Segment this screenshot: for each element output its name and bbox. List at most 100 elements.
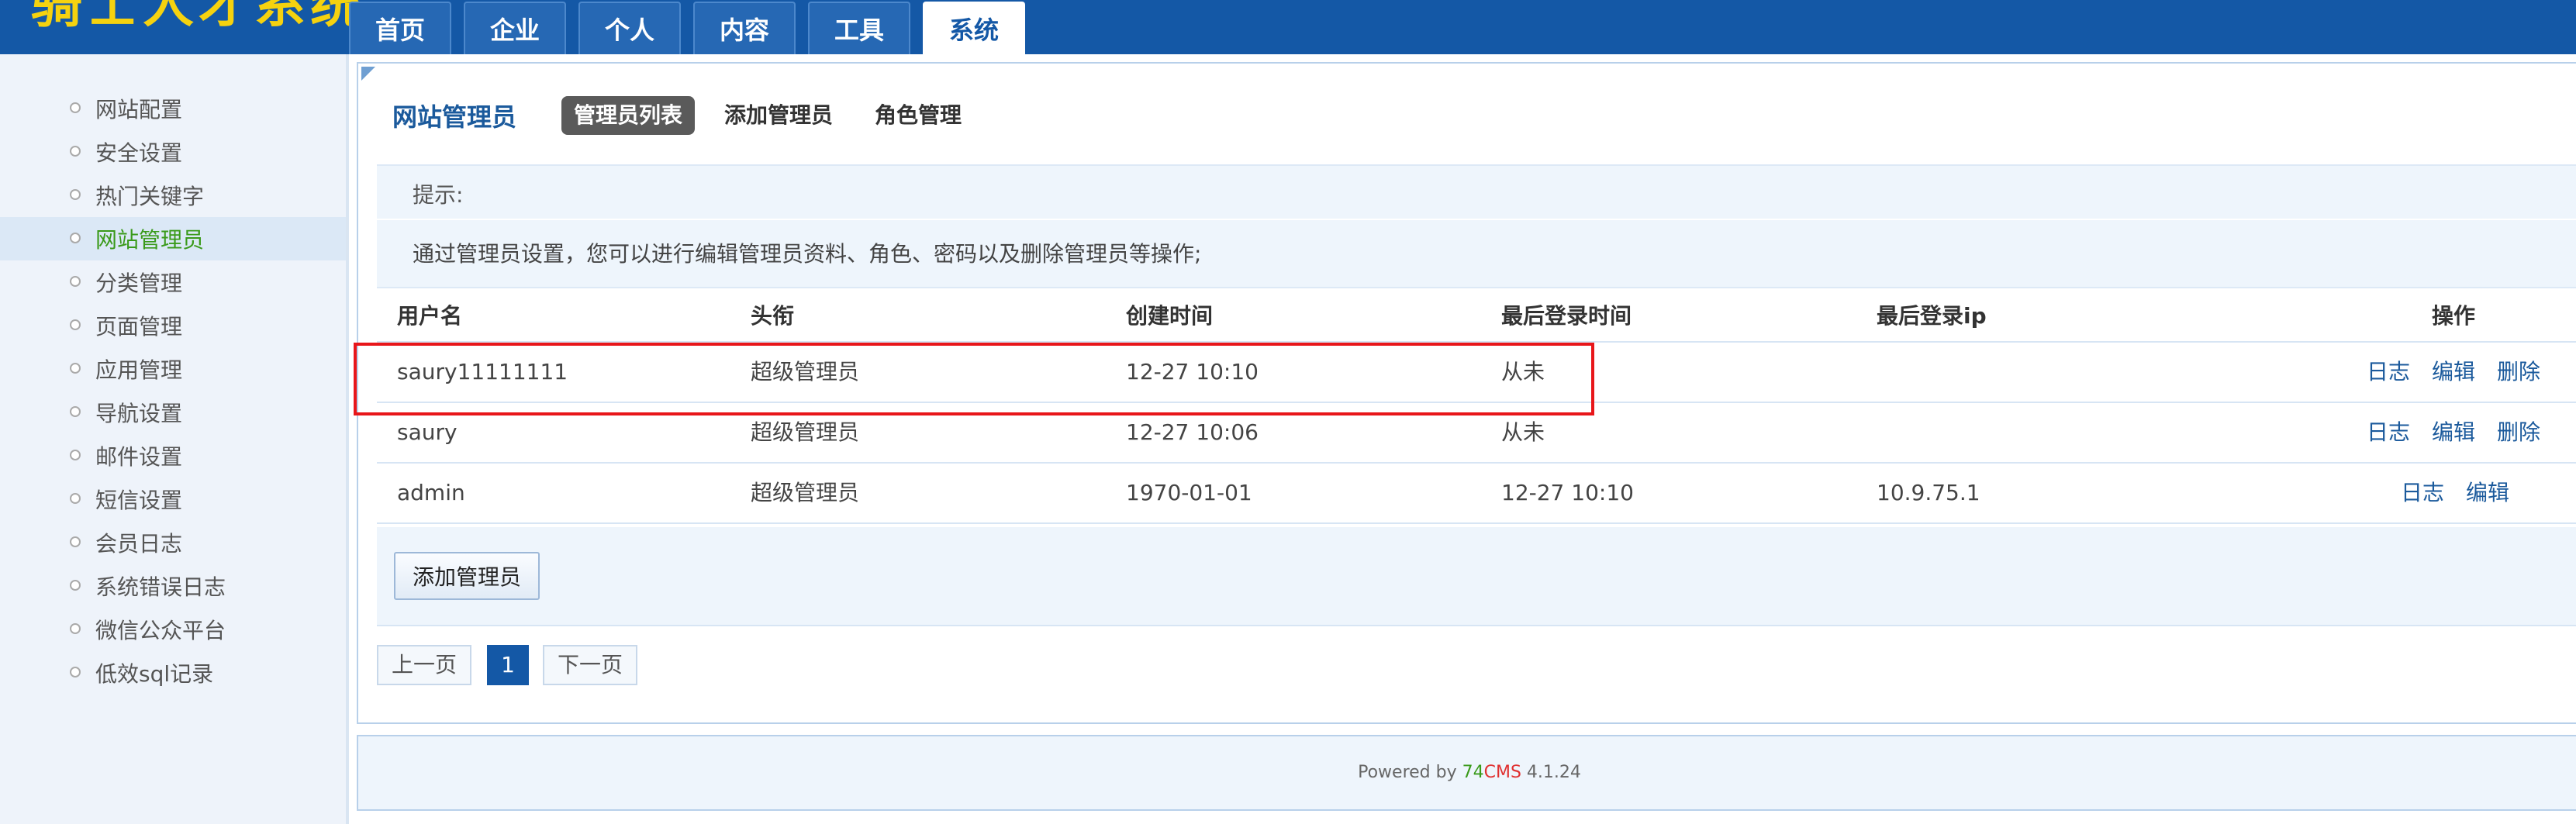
prev-page-button[interactable]: 上一页 [377,645,471,685]
column-header-last-login: 最后登录时间 [1501,303,1632,329]
bullet-icon [70,319,81,330]
tip-box: 提示: 通过管理员设置，您可以进行编辑管理员资料、角色、密码以及删除管理员等操作… [377,164,2576,288]
cell-title: 超级管理员 [751,359,860,384]
bullet-icon [70,536,81,547]
sidebar-menu: 网站配置 安全设置 热门关键字 网站管理员 分类管理 页面管理 应用管理 导航设… [0,87,346,695]
nav-tab-system[interactable]: 系统 [923,2,1025,54]
version-text: 4.1.24 [1521,763,1581,782]
sidebar-item-label: 短信设置 [95,488,183,513]
edit-link[interactable]: 编辑 [2432,343,2475,402]
page-1-button[interactable]: 1 [487,645,529,685]
sidebar-item-label: 会员日志 [95,531,183,557]
log-link[interactable]: 日志 [2367,403,2410,462]
bullet-icon [70,276,81,287]
log-link[interactable]: 日志 [2401,464,2444,522]
sidebar-item-hot-keywords[interactable]: 热门关键字 [0,174,346,217]
bullet-icon [70,363,81,374]
cell-last-ip: 10.9.75.1 [1877,480,1980,505]
bullet-icon [70,102,81,113]
bullet-icon [70,406,81,417]
cell-title: 超级管理员 [751,419,860,445]
brand-name: CMS [1483,763,1521,782]
sidebar-item-label: 低效sql记录 [95,661,214,687]
corner-triangle-icon [361,67,375,81]
bullet-icon [70,146,81,157]
bullet-icon [70,189,81,200]
table-row: saury 超级管理员 12-27 10:06 从未 日志 编辑 删除 [377,403,2576,464]
sidebar-item-site-admins[interactable]: 网站管理员 [0,217,346,260]
log-link[interactable]: 日志 [2367,343,2410,402]
sidebar-item-navigation[interactable]: 导航设置 [0,391,346,434]
sidebar-item-member-log[interactable]: 会员日志 [0,521,346,564]
sidebar-item-pages[interactable]: 页面管理 [0,304,346,347]
sidebar: 网站配置 安全设置 热门关键字 网站管理员 分类管理 页面管理 应用管理 导航设… [0,54,349,824]
sidebar-item-email[interactable]: 邮件设置 [0,434,346,478]
bullet-icon [70,667,81,677]
bullet-icon [70,580,81,591]
sidebar-item-label: 页面管理 [95,314,183,340]
bullet-icon [70,450,81,460]
admin-table: 用户名 头衔 创建时间 最后登录时间 最后登录ip 操作 saury111111… [377,290,2576,524]
cell-last-login: 从未 [1501,359,1545,384]
sidebar-item-apps[interactable]: 应用管理 [0,347,346,391]
column-header-username: 用户名 [397,303,463,329]
next-page-button[interactable]: 下一页 [543,645,637,685]
sidebar-item-label: 应用管理 [95,357,183,383]
nav-tab-content[interactable]: 内容 [693,2,796,54]
edit-link[interactable]: 编辑 [2466,464,2509,522]
sidebar-item-label: 安全设置 [95,140,183,166]
bullet-icon [70,493,81,504]
sidebar-item-categories[interactable]: 分类管理 [0,260,346,304]
sidebar-item-label: 网站配置 [95,97,183,122]
cell-username: admin [397,480,465,505]
sidebar-item-label: 热门关键字 [95,184,205,209]
cell-last-login: 12-27 10:10 [1501,480,1634,505]
divider [377,219,2576,220]
table-footer: 添加管理员 [377,527,2576,626]
column-header-title: 头衔 [751,303,795,329]
nav-tab-tools[interactable]: 工具 [808,2,910,54]
brand-number: 74 [1462,763,1484,782]
sidebar-item-sms[interactable]: 短信设置 [0,478,346,521]
cell-created: 12-27 10:06 [1126,419,1259,445]
sidebar-item-label: 网站管理员 [95,227,205,253]
edit-link[interactable]: 编辑 [2432,403,2475,462]
delete-link[interactable]: 删除 [2497,403,2540,462]
column-header-created: 创建时间 [1126,303,1214,329]
nav-tab-personal[interactable]: 个人 [578,2,681,54]
sidebar-item-error-log[interactable]: 系统错误日志 [0,564,346,608]
column-header-last-ip: 最后登录ip [1877,303,1987,329]
sidebar-item-label: 分类管理 [95,271,183,296]
table-row: saury11111111 超级管理员 12-27 10:10 从未 日志 编辑… [377,343,2576,403]
cell-last-login: 从未 [1501,419,1545,445]
bullet-icon [70,623,81,634]
sidebar-item-label: 邮件设置 [95,444,183,470]
main-nav: 首页 企业 个人 内容 工具 系统 [349,2,1038,54]
nav-tab-home[interactable]: 首页 [349,2,451,54]
tab-add-admin[interactable]: 添加管理员 [712,96,845,135]
tip-text: 通过管理员设置，您可以进行编辑管理员资料、角色、密码以及删除管理员等操作; [413,241,1202,267]
cell-created: 1970-01-01 [1126,480,1252,505]
sidebar-item-label: 微信公众平台 [95,618,226,643]
add-admin-button[interactable]: 添加管理员 [394,552,540,600]
sidebar-item-label: 系统错误日志 [95,574,226,600]
logo: 骑士人才系统 [31,0,366,34]
table-header: 用户名 头衔 创建时间 最后登录时间 最后登录ip 操作 [377,290,2576,343]
delete-link[interactable]: 删除 [2497,343,2540,402]
main-panel: 网站管理员 管理员列表 添加管理员 角色管理 提示: 通过管理员设置，您可以进行… [357,62,2576,724]
bullet-icon [70,233,81,243]
cell-created: 12-27 10:10 [1126,359,1259,384]
sidebar-item-site-config[interactable]: 网站配置 [0,87,346,130]
table-row: admin 超级管理员 1970-01-01 12-27 10:10 10.9.… [377,464,2576,524]
sidebar-item-label: 导航设置 [95,401,183,426]
cell-username: saury11111111 [397,359,568,384]
sidebar-item-slow-sql[interactable]: 低效sql记录 [0,651,346,695]
sidebar-item-wechat[interactable]: 微信公众平台 [0,608,346,651]
nav-tab-company[interactable]: 企业 [464,2,566,54]
tab-admin-list[interactable]: 管理员列表 [561,96,696,135]
cell-username: saury [397,419,458,445]
powered-prefix: Powered by [1358,763,1462,782]
tab-role-management[interactable]: 角色管理 [862,96,974,135]
cell-title: 超级管理员 [751,480,860,505]
sidebar-item-security[interactable]: 安全设置 [0,130,346,174]
